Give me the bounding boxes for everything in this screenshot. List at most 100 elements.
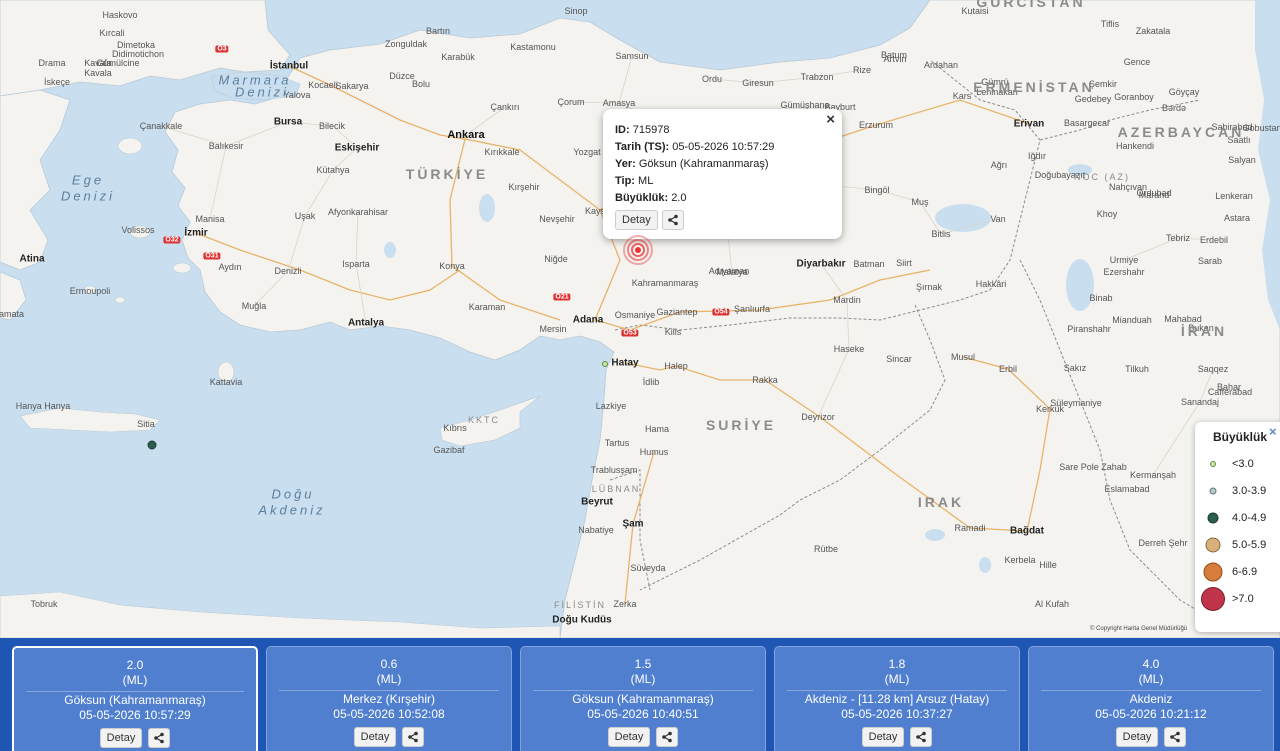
popup-row-magnitude: Büyüklük: 2.0 [615,192,687,204]
place-label: Göyçay [1168,87,1200,97]
place-label: Sakız [1063,363,1087,373]
earthquake-popup: × ID: 715978 Tarih (TS): 05-05-2026 10:5… [603,109,842,239]
country-label: İRAN [1180,323,1228,339]
earthquake-card[interactable]: 2.0 (ML) Göksun (Kahramanmaraş) 05-05-2026 … [12,646,258,751]
place-label: Ramadi [954,523,986,533]
place-label: Antalya [347,317,385,329]
card-detail-button[interactable]: Detay [353,727,397,747]
card-magnitude: 1.5 [634,657,652,671]
place-label: Hanya Hanya [15,401,71,411]
place-label: Ezershahr [1103,267,1145,277]
place-label: Bartın [425,26,451,36]
place-label: Kalamata [0,309,25,319]
card-detail-button[interactable]: Detay [1115,727,1159,747]
place-label: Gaziantep [656,307,698,317]
share-icon [916,731,927,743]
country-label: ERMENİSTAN [973,79,1095,95]
place-label: Mianduah [1112,315,1152,325]
card-detail-button[interactable]: Detay [99,728,143,748]
place-label: Kırcali [99,28,125,38]
place-label: Ordubad [1136,188,1172,198]
map[interactable]: Haskovo Kırcali Dimetoka Didimotichon Drama K… [0,0,1280,638]
place-label: Malatya [716,267,748,277]
legend-item: 3.0-3.9 [1195,479,1280,503]
card-share-button[interactable] [402,727,425,747]
place-label: Khoy [1096,209,1118,219]
recent-earthquakes-bar: 2.0 (ML) Göksun (Kahramanmaraş) 05-05-2026 … [0,638,1280,751]
place-label: Halep [664,361,688,371]
earthquake-card[interactable]: 0.6 (ML) Merkez (Kırşehir) 05-05-2026 10:52… [266,646,512,751]
card-share-button[interactable] [148,728,171,748]
place-label: Mardin [833,295,861,305]
place-label: Iğdır [1027,151,1047,161]
place-label: Osmaniye [614,310,656,320]
popup-row-date: Tarih (TS): 05-05-2026 10:57:29 [615,141,775,153]
popup-row-type: Tip: ML [615,175,654,187]
place-label: Gedebey [1074,94,1112,104]
place-label: Muğla [241,301,267,311]
place-label: Zerka [613,599,637,609]
place-label: Süveyda [630,563,666,573]
card-location: Akdeniz [1041,690,1261,707]
place-label: Gümülcine [96,58,140,68]
legend-swatch [1210,461,1216,467]
earthquake-marker[interactable] [147,440,157,450]
place-label: Volissos [121,225,155,235]
place-label: Piranshahr [1067,324,1111,334]
legend-label: <3.0 [1232,458,1254,470]
place-label: Tiflis [1100,19,1120,29]
legend-label: 3.0-3.9 [1232,485,1267,497]
legend-swatch [1209,487,1217,495]
earthquake-marker[interactable] [602,361,608,367]
popup-row-id: ID: 715978 [615,124,670,136]
place-label: İskeçe [43,77,71,87]
place-label: Binab [1089,293,1113,303]
earthquake-card[interactable]: 1.5 (ML) Göksun (Kahramanmaraş) 05-05-2026 … [520,646,766,751]
popup-key: Tip [615,175,632,187]
region-label: FİLİSTİN [553,600,607,610]
card-share-button[interactable] [1164,727,1187,747]
road-shield: O32 [163,236,181,244]
place-label: Niğde [544,254,568,264]
place-label: Samsun [615,51,649,61]
place-label: Tartus [604,438,630,448]
region-label: KKTC [467,415,501,425]
place-label: Bilecik [318,121,346,131]
place-label: Tebriz [1165,233,1191,243]
place-label: Salyan [1228,155,1256,165]
place-label: Musul [950,352,976,362]
earthquake-marker[interactable] [635,247,641,253]
card-detail-button[interactable]: Detay [607,727,651,747]
road-shield: O21 [553,293,571,301]
place-label: Erbil [998,364,1018,374]
card-share-button[interactable] [656,727,679,747]
place-label: Tilkuh [1125,364,1149,374]
place-label: Gobustan [1242,123,1280,133]
place-label: Kırıkkale [484,147,520,157]
sea-label: Akdeniz [258,502,326,518]
earthquake-card[interactable]: 4.0 (ML) Akdeniz 05-05-2026 10:21:12 Detay [1028,646,1274,751]
card-type: (ML) [122,673,148,687]
popup-close-icon[interactable]: × [826,111,835,128]
place-label: Lenkeran [1215,191,1253,201]
place-label: Sakarya [335,81,369,91]
place-label: Deyrizor [801,412,835,422]
popup-detail-button[interactable]: Detay [615,210,658,230]
popup-share-button[interactable] [661,210,684,230]
place-label: Kahramanmaraş [631,278,699,288]
place-label: Zakatala [1135,26,1171,36]
popup-value: Göksun (Kahramanmaraş) [638,158,769,170]
earthquake-card[interactable]: 1.8 (ML) Akdeniz - [11.28 km] Arsuz (Hatay… [774,646,1020,751]
card-share-button[interactable] [910,727,933,747]
place-label: Hatay [611,357,639,369]
legend-item: 6-6.9 [1195,560,1280,584]
place-label: Kıbrıs [443,423,467,433]
legend-close-icon[interactable]: × [1269,424,1277,439]
card-detail-button[interactable]: Detay [861,727,905,747]
place-label: Çankırı [490,102,520,112]
place-label: Çorum [557,97,585,107]
place-label: Karaman [468,302,506,312]
place-label: Kermanşah [1129,470,1177,480]
place-label: Yozgat [573,147,601,157]
place-label: Cafferabad [1207,387,1253,397]
